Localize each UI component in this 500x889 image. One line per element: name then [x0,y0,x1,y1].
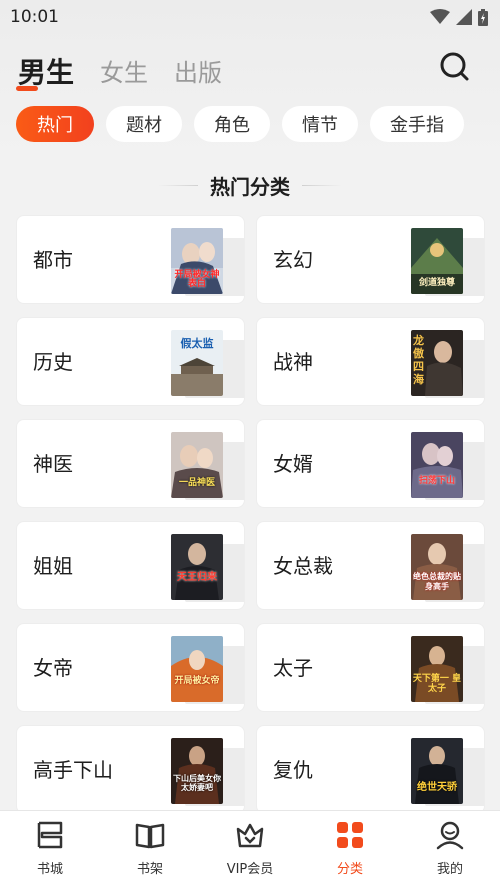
category-card-nvdi[interactable]: 女帝 开局被女帝 [16,623,245,712]
nav-label: 分类 [336,862,363,877]
bookshelf-icon [135,823,165,849]
category-card-shenyi[interactable]: 神医 一品神医 [16,419,245,508]
tab-female[interactable]: 女生 [100,56,148,90]
category-card-nvxu[interactable]: 女婿 扫荡下山 [256,419,485,508]
book-cover: 假太监 [171,330,223,396]
category-label: 姐姐 [33,554,73,578]
nav-bookstore[interactable]: 书城 [0,811,100,877]
nav-label: 书架 [136,862,163,877]
nav-vip[interactable]: VIP会员 [200,811,300,877]
bottom-nav: 书城 书架 VIP会员 分类 我的 [0,810,500,889]
vip-crown-icon [236,823,264,848]
category-label: 复仇 [273,758,313,782]
cover-title: 一品神医 [178,478,215,488]
book-cover: 开局被女帝 [171,636,223,702]
category-label: 高手下山 [33,758,113,782]
chip-role[interactable]: 角色 [194,106,270,142]
category-card-lishi[interactable]: 历史 假太监 [16,317,245,406]
nav-label: VIP会员 [226,862,274,877]
cover-title: 剑道独尊 [418,278,455,288]
book-cover: 天王归来 [171,534,223,600]
battery-icon [478,8,488,26]
book-cover: 剑道独尊 [411,228,463,294]
cover-title: 开局被女神表白 [174,270,220,289]
category-label: 太子 [273,656,313,680]
category-card-dushi[interactable]: 都市 开局被女神表白 [16,215,245,304]
category-label: 神医 [33,452,73,476]
category-label: 女总裁 [273,554,333,578]
category-grid: 都市 开局被女神表白 玄幻 剑道独尊 历史 假太监 战神 龙傲四海 神医 一品神… [16,215,485,814]
book-cover: 一品神医 [171,432,223,498]
signal-icon [456,9,472,25]
status-bar: 10:01 [0,0,500,34]
gender-tabs: 男生 女生 出版 [18,46,222,90]
category-card-nvzongcai[interactable]: 女总裁 绝色总裁的贴身高手 [256,521,485,610]
search-button[interactable] [436,48,474,86]
category-card-fuchou[interactable]: 复仇 绝世天骄 [256,725,485,814]
nav-bookshelf[interactable]: 书架 [100,811,200,877]
tab-publish[interactable]: 出版 [174,56,222,90]
cover-title: 下山后美女你太娇妻吧 [173,774,221,792]
status-time: 10:01 [10,7,59,27]
cover-title: 绝世天骄 [417,782,457,793]
nav-category[interactable]: 分类 [300,811,400,877]
book-cover: 扫荡下山 [411,432,463,498]
cover-title: 绝色总裁的贴身高手 [413,572,461,591]
category-label: 玄幻 [273,248,313,272]
category-card-jiejie[interactable]: 姐姐 天王归来 [16,521,245,610]
cover-title: 扫荡下山 [418,476,455,486]
book-cover: 下山后美女你太娇妻吧 [171,738,223,804]
divider [302,184,342,186]
status-icons [430,8,488,26]
cover-title: 龙傲四海 [413,334,424,386]
book-cover: 开局被女神表白 [171,228,223,294]
section-header: 热门分类 [0,170,500,200]
category-grid-icon [337,822,363,848]
category-label: 女婿 [273,452,313,476]
category-label: 都市 [33,248,73,272]
category-label: 战神 [273,350,313,374]
active-tab-indicator [16,86,38,91]
category-card-taizi[interactable]: 太子 天下第一 皇太子 [256,623,485,712]
chip-cheat[interactable]: 金手指 [370,106,464,142]
nav-profile[interactable]: 我的 [400,811,500,877]
nav-label: 我的 [436,862,463,877]
cover-title: 天下第一 皇太子 [412,674,462,694]
filter-chips: 热门 题材 角色 情节 金手指 [16,106,464,142]
profile-icon [436,821,464,850]
search-icon [440,52,469,81]
book-cover: 绝色总裁的贴身高手 [411,534,463,600]
category-card-zhanshen[interactable]: 战神 龙傲四海 [256,317,485,406]
cover-title: 假太监 [180,337,214,350]
chip-plot[interactable]: 情节 [282,106,358,142]
cover-title: 天王归来 [177,572,217,583]
bookstore-icon [37,821,63,849]
wifi-icon [430,9,450,24]
tab-male[interactable]: 男生 [18,56,74,90]
chip-hot[interactable]: 热门 [16,106,94,142]
chip-theme[interactable]: 题材 [106,106,182,142]
category-card-gaoshouxiashan[interactable]: 高手下山 下山后美女你太娇妻吧 [16,725,245,814]
cover-title: 开局被女帝 [174,676,220,686]
book-cover: 绝世天骄 [411,738,463,804]
book-cover: 天下第一 皇太子 [411,636,463,702]
category-card-xuanhuan[interactable]: 玄幻 剑道独尊 [256,215,485,304]
section-title: 热门分类 [210,174,290,199]
divider [158,184,198,186]
book-cover: 龙傲四海 [411,330,463,396]
nav-label: 书城 [36,862,63,877]
category-label: 女帝 [33,656,73,680]
category-label: 历史 [33,350,73,374]
